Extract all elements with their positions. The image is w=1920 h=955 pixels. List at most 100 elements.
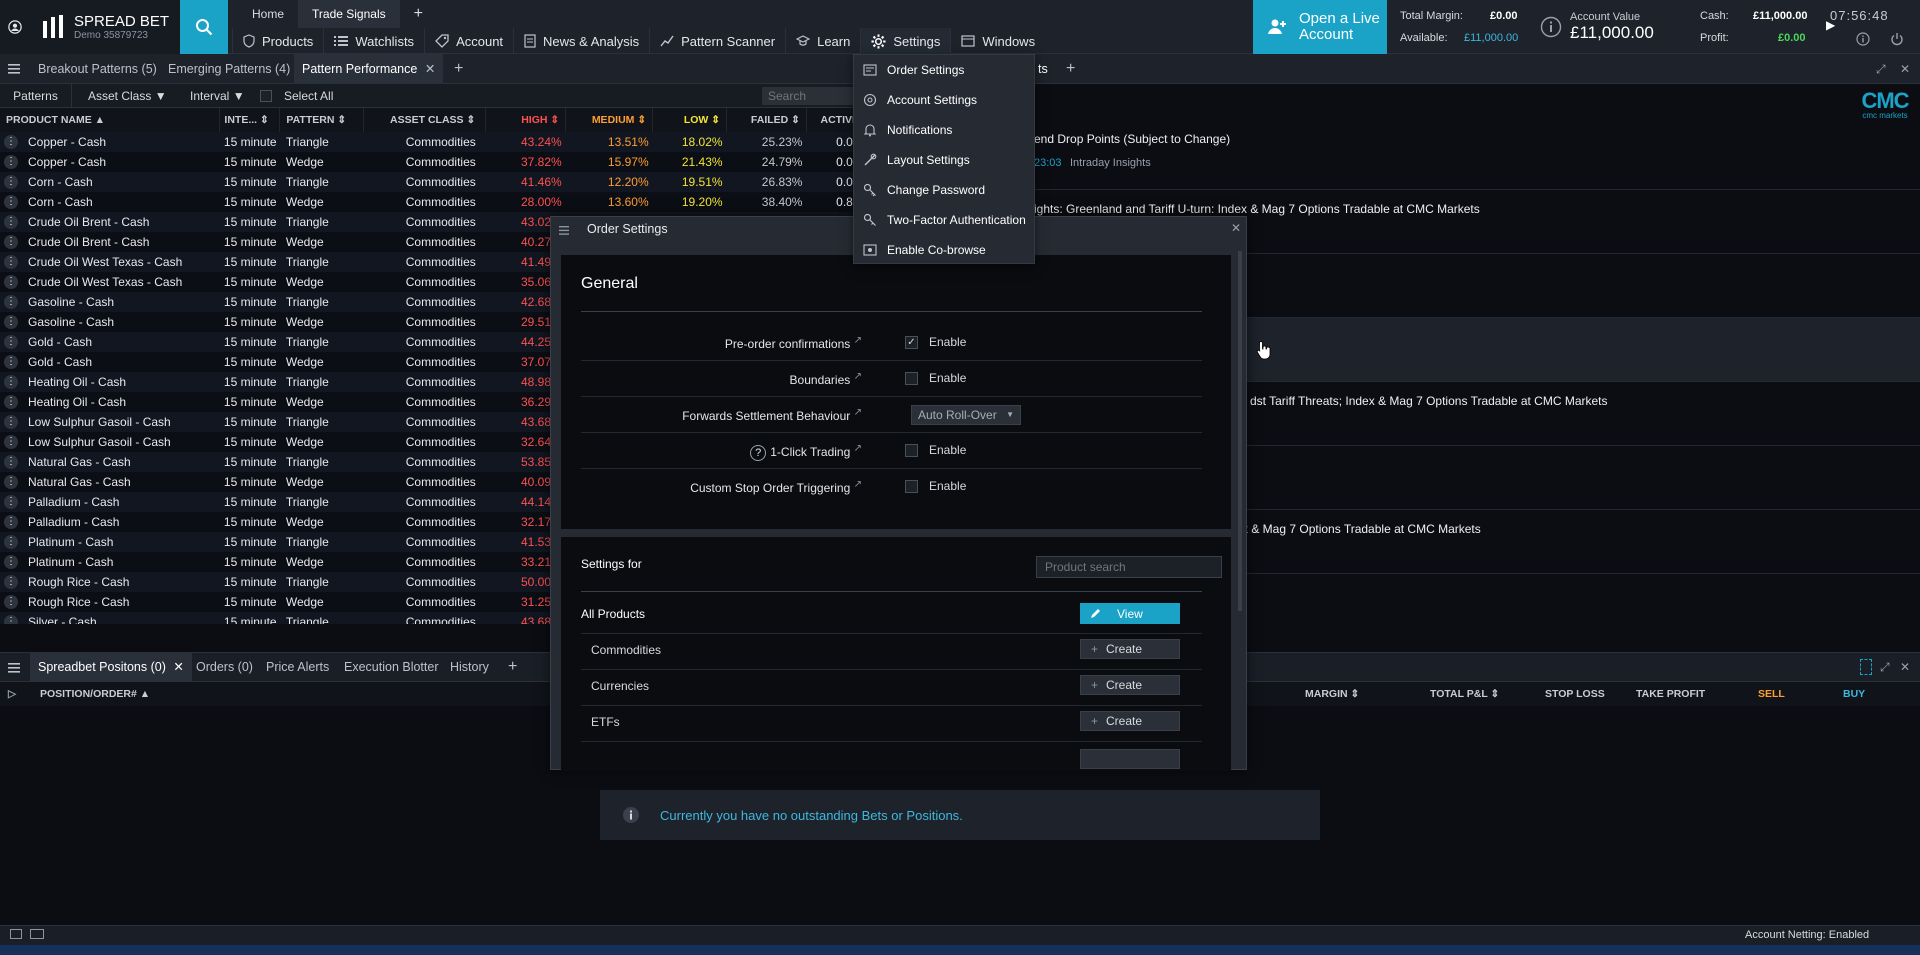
dialog-scrollbar[interactable] [1238, 251, 1242, 611]
nav-watchlists[interactable]: Watchlists [323, 28, 424, 54]
nav-windows[interactable]: Windows [950, 28, 1045, 54]
hamburger-menu-icon[interactable] [559, 224, 569, 238]
menu-item-notifications[interactable]: Notifications [854, 115, 1034, 145]
col-high[interactable]: HIGH ⇕ [485, 108, 567, 132]
nav-account[interactable]: Account [424, 28, 513, 54]
nav-news-analysis[interactable]: News & Analysis [513, 28, 649, 54]
nav-products[interactable]: Products [232, 28, 323, 54]
tab-execution-blotter[interactable]: Execution Blotter [336, 653, 447, 681]
col-margin[interactable]: MARGIN ⇕ [1305, 688, 1359, 700]
keyboard-icon[interactable] [30, 929, 44, 939]
create-next-button[interactable] [1080, 749, 1180, 769]
menu-item-change-password[interactable]: Change Password [854, 175, 1034, 205]
menu-item-two-factor[interactable]: Two-Factor Authentication [854, 205, 1034, 235]
add-news-tab-icon[interactable]: + [1058, 54, 1083, 84]
col-asset-class[interactable]: ASSET CLASS ⇕ [363, 108, 487, 132]
col-low[interactable]: LOW ⇕ [652, 108, 728, 132]
drag-handle-icon[interactable] [1860, 659, 1872, 675]
row-menu-icon[interactable]: ⋮ [4, 275, 18, 290]
col-take-profit[interactable]: TAKE PROFIT [1636, 688, 1705, 700]
select-all-checkbox[interactable] [260, 90, 272, 102]
col-active[interactable]: ACTIVE [806, 108, 860, 132]
create-commodities-button[interactable]: + Create [1080, 639, 1180, 659]
row-menu-icon[interactable]: ⋮ [4, 455, 18, 470]
col-pattern[interactable]: PATTERN ⇕ [279, 108, 365, 132]
one-click-trading-checkbox[interactable] [905, 444, 918, 457]
row-menu-icon[interactable]: ⋮ [4, 555, 18, 570]
nav-home[interactable]: Home [238, 0, 298, 28]
row-menu-icon[interactable]: ⋮ [4, 175, 18, 190]
expand-rows-icon[interactable]: ▷ [8, 688, 16, 700]
close-dialog-icon[interactable]: ✕ [1231, 221, 1241, 235]
col-failed[interactable]: FAILED ⇕ [726, 108, 807, 132]
col-sell[interactable]: SELL [1758, 688, 1785, 700]
close-tab-icon[interactable]: ✕ [425, 54, 435, 84]
row-menu-icon[interactable]: ⋮ [4, 435, 18, 450]
hamburger-menu-icon[interactable] [8, 662, 20, 676]
row-menu-icon[interactable]: ⋮ [4, 475, 18, 490]
add-tab-icon[interactable]: + [500, 653, 525, 681]
global-search-button[interactable] [180, 0, 228, 54]
row-menu-icon[interactable]: ⋮ [4, 235, 18, 250]
col-product-name[interactable]: PRODUCT NAME ▲ [0, 108, 221, 132]
row-menu-icon[interactable]: ⋮ [4, 255, 18, 270]
tab-price-alerts[interactable]: Price Alerts [258, 653, 337, 681]
product-search-input[interactable] [1036, 556, 1222, 578]
menu-item-layout-settings[interactable]: Layout Settings [854, 145, 1034, 175]
tab-breakout-patterns[interactable]: Breakout Patterns (5) [30, 54, 165, 84]
help-icon[interactable]: ? [750, 445, 767, 461]
col-buy[interactable]: BUY [1843, 688, 1865, 700]
close-tab-icon[interactable]: ✕ [173, 653, 183, 681]
row-menu-icon[interactable]: ⋮ [4, 295, 18, 310]
row-menu-icon[interactable]: ⋮ [4, 535, 18, 550]
info-icon[interactable] [1856, 32, 1870, 46]
layout-icon[interactable] [10, 929, 22, 939]
menu-item-enable-cobrowse[interactable]: Enable Co-browse [854, 235, 1034, 265]
col-medium[interactable]: MEDIUM ⇕ [565, 108, 654, 132]
row-menu-icon[interactable]: ⋮ [4, 135, 18, 150]
pattern-search-input[interactable] [762, 87, 858, 105]
boundaries-checkbox[interactable] [905, 372, 918, 385]
add-tab-button[interactable]: + [400, 0, 437, 28]
power-icon[interactable] [1890, 32, 1904, 46]
tab-pattern-performance[interactable]: Pattern Performance ✕ [294, 54, 444, 84]
tab-orders[interactable]: Orders (0) [188, 653, 261, 681]
menu-item-account-settings[interactable]: Account Settings [854, 85, 1034, 115]
tab-spreadbet-positions[interactable]: Spreadbet Positons (0) ✕ [30, 653, 192, 681]
table-row[interactable]: ⋮ Corn - Cash 15 minute Wedge Commodities 28.… [0, 192, 860, 212]
row-menu-icon[interactable]: ⋮ [4, 595, 18, 610]
row-menu-icon[interactable]: ⋮ [4, 335, 18, 350]
close-panel-icon[interactable]: ✕ [1900, 660, 1910, 674]
row-menu-icon[interactable]: ⋮ [4, 615, 18, 624]
table-row[interactable]: ⋮ Corn - Cash 15 minute Triangle Commodities… [0, 172, 860, 192]
expand-icon[interactable]: ⤢ [1876, 62, 1886, 77]
custom-stop-checkbox[interactable] [905, 480, 918, 493]
nav-pattern-scanner[interactable]: Pattern Scanner [649, 28, 785, 54]
col-stop-loss[interactable]: STOP LOSS [1545, 688, 1605, 700]
pre-order-confirmations-checkbox[interactable]: ✓ [905, 336, 918, 349]
row-menu-icon[interactable]: ⋮ [4, 315, 18, 330]
row-menu-icon[interactable]: ⋮ [4, 375, 18, 390]
create-currencies-button[interactable]: + Create [1080, 675, 1180, 695]
nav-settings[interactable]: Settings [860, 28, 951, 54]
row-menu-icon[interactable]: ⋮ [4, 215, 18, 230]
table-row[interactable]: ⋮ Copper - Cash 15 minute Wedge Commodities 3… [0, 152, 860, 172]
expand-icon[interactable]: ⤢ [1880, 660, 1890, 675]
open-live-account-button[interactable]: Open a Live Account [1253, 0, 1387, 54]
interval-filter[interactable]: Interval ▼ [190, 84, 245, 108]
col-total-pl[interactable]: TOTAL P&L ⇕ [1430, 688, 1499, 700]
patterns-filter[interactable]: Patterns [0, 84, 72, 108]
menu-item-order-settings[interactable]: Order Settings [854, 55, 1034, 85]
user-button[interactable] [0, 0, 30, 54]
asset-class-filter[interactable]: Asset Class ▼ [88, 84, 167, 108]
row-menu-icon[interactable]: ⋮ [4, 495, 18, 510]
tab-emerging-patterns[interactable]: Emerging Patterns (4) [160, 54, 298, 84]
nav-trade-signals[interactable]: Trade Signals [298, 0, 400, 28]
nav-learn[interactable]: Learn [785, 28, 860, 54]
info-circle-icon[interactable] [1540, 16, 1562, 38]
row-menu-icon[interactable]: ⋮ [4, 415, 18, 430]
row-menu-icon[interactable]: ⋮ [4, 515, 18, 530]
hamburger-menu-icon[interactable] [8, 63, 20, 77]
row-menu-icon[interactable]: ⋮ [4, 575, 18, 590]
col-interval[interactable]: INTE... ⇕ [219, 108, 281, 132]
